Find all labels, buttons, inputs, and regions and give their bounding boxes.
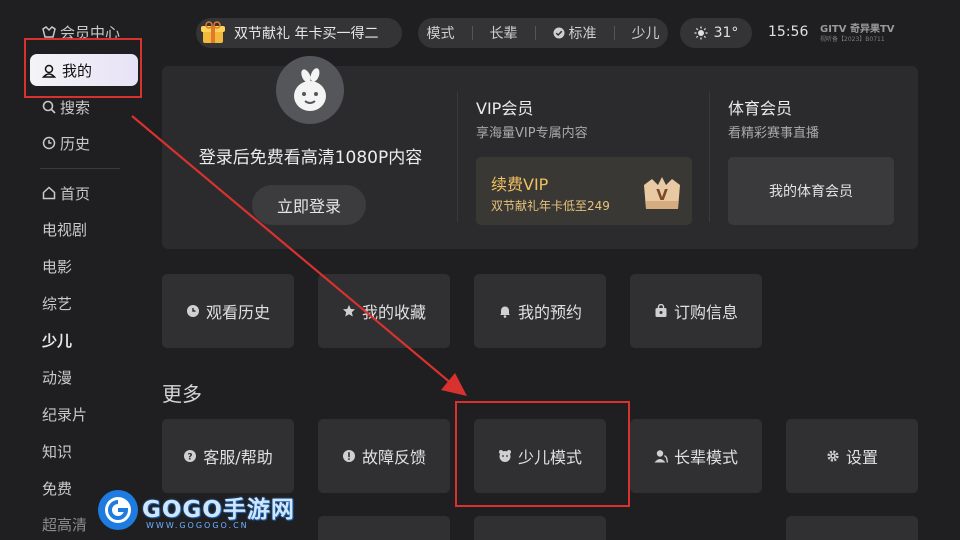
watermark-url: WWW.GOGOGO.CN bbox=[146, 521, 249, 530]
watermark-logo-icon bbox=[98, 490, 138, 530]
watermark-text: GOGO手游网 bbox=[142, 497, 295, 523]
annotation-arrow bbox=[131, 115, 467, 396]
watermark: GOGO手游网 WWW.GOGOGO.CN bbox=[96, 486, 294, 536]
